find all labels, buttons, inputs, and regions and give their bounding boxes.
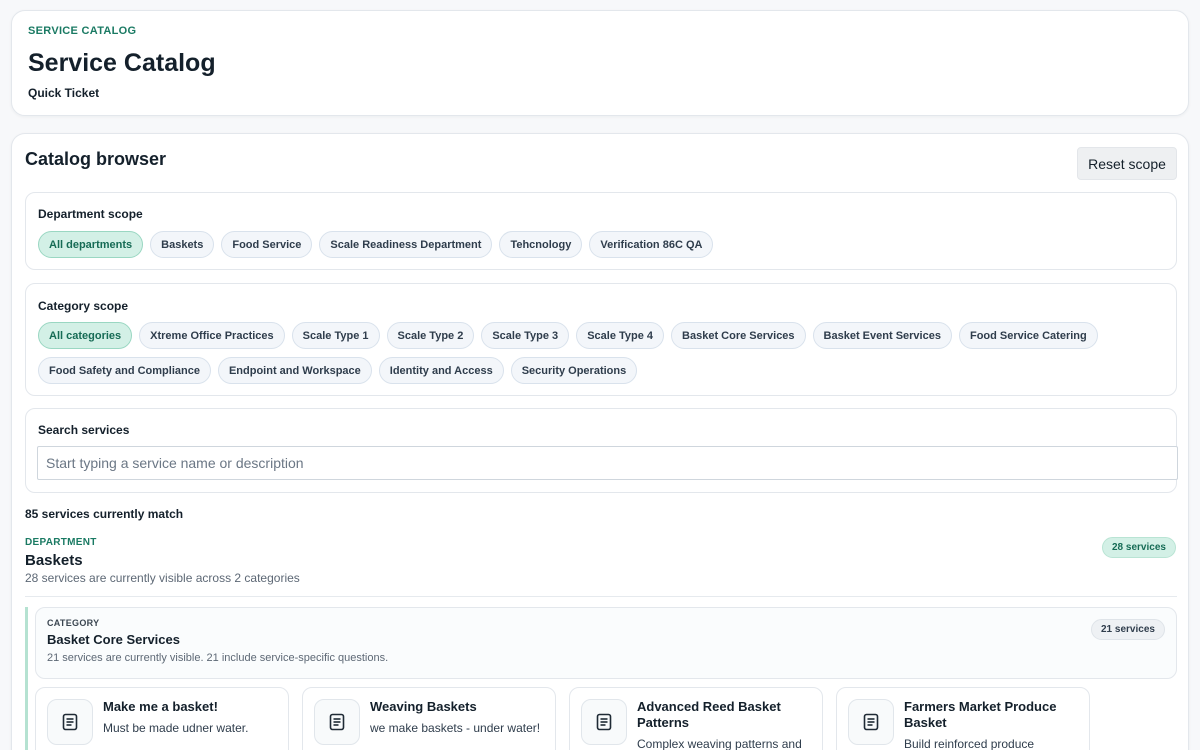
service-card-description: we make baskets - under water! xyxy=(370,721,541,735)
category-chip-scale-type-3[interactable]: Scale Type 3 xyxy=(481,322,570,349)
category-chip-food-safety-and-compliance[interactable]: Food Safety and Compliance xyxy=(38,357,211,384)
catalog-browser-panel: Catalog browser Reset scope Department s… xyxy=(11,133,1189,750)
service-card-title: Farmers Market Produce Basket xyxy=(904,699,1057,730)
category-chip-row: All categories Xtreme Office Practices Sca… xyxy=(38,322,1168,384)
category-chip-scale-type-1[interactable]: Scale Type 1 xyxy=(291,322,380,349)
category-chip-food-service-catering[interactable]: Food Service Catering xyxy=(958,322,1098,349)
department-chip-verification-86c-qa[interactable]: Verification 86C QA xyxy=(589,231,714,258)
match-count: 85 services currently match xyxy=(25,507,184,521)
category-description: 21 services are currently visible. 21 in… xyxy=(47,652,389,664)
category-chip-identity-and-access[interactable]: Identity and Access xyxy=(378,357,504,384)
header-panel: SERVICE CATALOG Service Catalog Quick Ti… xyxy=(11,10,1189,116)
category-scope-label: Category scope xyxy=(38,299,129,313)
department-divider xyxy=(25,596,1177,597)
department-chip-tehcnology[interactable]: Tehcnology xyxy=(499,231,583,258)
department-eyebrow: DEPARTMENT xyxy=(25,537,97,548)
search-input[interactable] xyxy=(37,446,1178,480)
search-services-label: Search services xyxy=(38,423,130,437)
category-chip-security-operations[interactable]: Security Operations xyxy=(510,357,638,384)
department-chip-scale-readiness-department[interactable]: Scale Readiness Department xyxy=(319,231,493,258)
page-title: Service Catalog xyxy=(28,49,216,77)
department-chip-row: All departments Baskets Food Service Scale … xyxy=(38,231,1168,258)
service-card-title: Weaving Baskets xyxy=(370,699,477,714)
category-chip-scale-type-4[interactable]: Scale Type 4 xyxy=(576,322,665,349)
service-card[interactable]: Advanced Reed Basket Patterns Complex wea… xyxy=(569,687,823,750)
category-rail xyxy=(25,607,28,750)
category-scope-box: Category scope All categories Xtreme Offi… xyxy=(25,283,1177,396)
category-count-badge: 21 services xyxy=(1091,619,1165,640)
service-card-description: Build reinforced produce xyxy=(904,737,1035,750)
header-eyebrow: SERVICE CATALOG xyxy=(28,25,137,37)
category-eyebrow: CATEGORY xyxy=(47,618,100,628)
category-chip-endpoint-and-workspace[interactable]: Endpoint and Workspace xyxy=(217,357,372,384)
department-count-badge: 28 services xyxy=(1102,537,1176,558)
document-icon xyxy=(848,699,894,745)
department-chip-baskets[interactable]: Baskets xyxy=(150,231,215,258)
department-chip-all-departments[interactable]: All departments xyxy=(38,231,144,258)
document-icon xyxy=(47,699,93,745)
department-description: 28 services are currently visible across… xyxy=(25,571,300,585)
category-chip-all-categories[interactable]: All categories xyxy=(38,322,133,349)
service-card-description: Complex weaving patterns and xyxy=(637,737,802,750)
category-chip-xtreme-office-practices[interactable]: Xtreme Office Practices xyxy=(139,322,285,349)
search-box: Search services xyxy=(25,408,1178,493)
service-card-title: Advanced Reed Basket Patterns xyxy=(637,699,781,730)
service-card-title: Make me a basket! xyxy=(103,699,218,714)
reset-scope-button[interactable]: Reset scope xyxy=(1077,147,1177,180)
department-scope-box: Department scope All departments Baskets F… xyxy=(25,192,1177,270)
document-icon xyxy=(314,699,360,745)
category-chip-scale-type-2[interactable]: Scale Type 2 xyxy=(386,322,475,349)
service-card[interactable]: Weaving Baskets we make baskets - under w… xyxy=(302,687,556,750)
catalog-browser-title: Catalog browser xyxy=(25,149,167,169)
department-name: Baskets xyxy=(25,552,83,569)
document-icon xyxy=(581,699,627,745)
category-chip-basket-event-services[interactable]: Basket Event Services xyxy=(812,322,952,349)
category-chip-basket-core-services[interactable]: Basket Core Services xyxy=(671,322,806,349)
service-card[interactable]: Farmers Market Produce Basket Build reinf… xyxy=(836,687,1090,750)
department-scope-label: Department scope xyxy=(38,207,143,221)
category-name: Basket Core Services xyxy=(47,632,180,647)
quick-ticket-link[interactable]: Quick Ticket xyxy=(28,86,99,100)
department-chip-food-service[interactable]: Food Service xyxy=(221,231,313,258)
service-card[interactable]: Make me a basket! Must be made udner wate… xyxy=(35,687,289,750)
category-panel: CATEGORY Basket Core Services 21 service… xyxy=(35,607,1177,679)
service-card-description: Must be made udner water. xyxy=(103,721,249,735)
